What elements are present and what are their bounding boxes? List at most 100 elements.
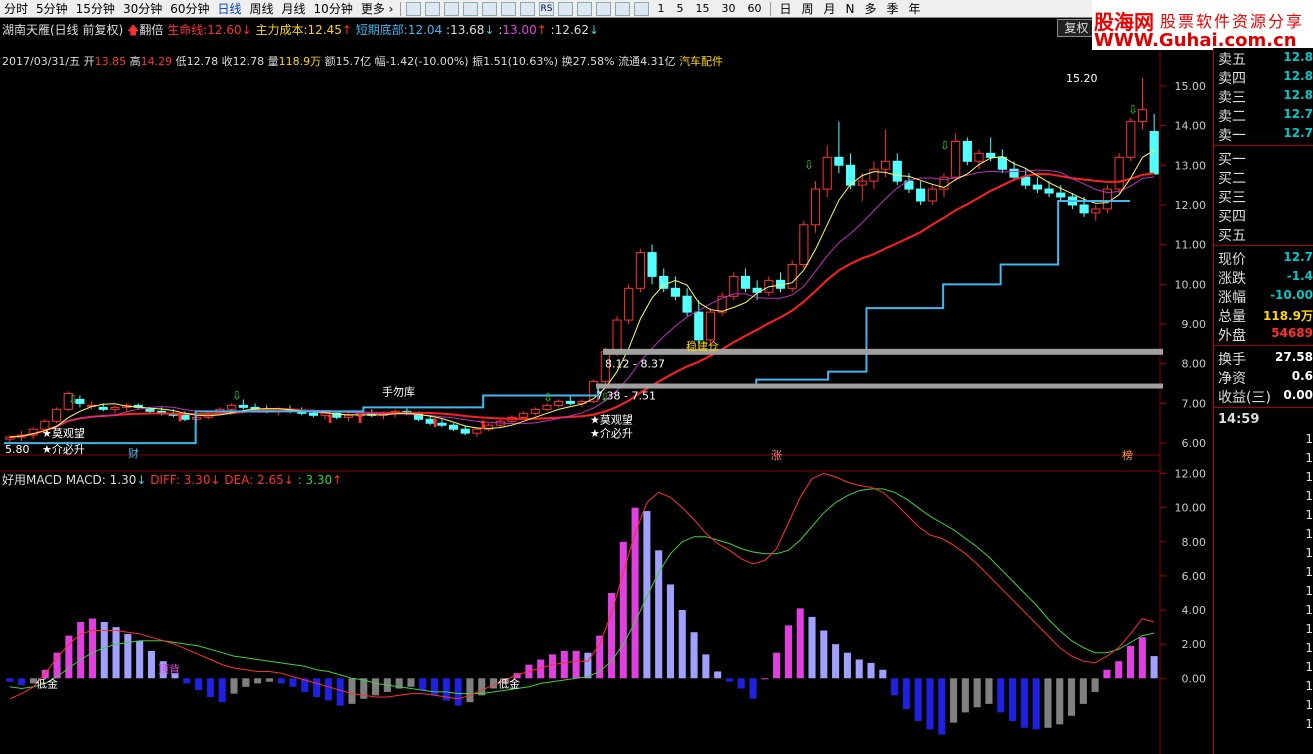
fuquan-button[interactable]: 复权 bbox=[1057, 19, 1096, 37]
period-hz-2[interactable]: 月 bbox=[818, 0, 840, 17]
stock-title: 湖南天雁(日线 前复权) bbox=[2, 23, 124, 37]
period-num-2[interactable]: 15 bbox=[689, 2, 715, 15]
period-tab-8[interactable]: 10分钟 bbox=[310, 0, 357, 17]
stat-label: 涨跌 bbox=[1218, 271, 1246, 287]
candle-body bbox=[1126, 121, 1136, 158]
period-tab-5[interactable]: 日线 bbox=[214, 0, 246, 17]
macd-tick-label: 10.00 bbox=[1175, 502, 1207, 515]
candle-body bbox=[1149, 131, 1159, 175]
period-tab-1[interactable]: 5分钟 bbox=[32, 0, 72, 17]
chart-d-icon[interactable] bbox=[463, 1, 479, 16]
period-num-0[interactable]: 1 bbox=[651, 2, 670, 15]
period-hz-1[interactable]: 周 bbox=[796, 0, 818, 17]
stat2-label: 净资 bbox=[1218, 371, 1246, 387]
period-hz-5[interactable]: 季 bbox=[882, 0, 904, 17]
chart-e-icon[interactable] bbox=[482, 1, 498, 16]
chart-a-icon[interactable] bbox=[406, 1, 422, 16]
dingbei-label: 顶背 bbox=[158, 662, 180, 676]
tick-row: 1 bbox=[1214, 468, 1313, 487]
open-value: 13.85 bbox=[94, 55, 127, 68]
macd-bar bbox=[784, 625, 792, 679]
stat-label: 涨幅 bbox=[1218, 290, 1246, 306]
candle-body bbox=[542, 404, 552, 410]
tick-row: 1 bbox=[1214, 563, 1313, 582]
candle-body bbox=[1137, 109, 1148, 123]
green-down-arrow-icon: ⇩ bbox=[804, 158, 814, 172]
macd-bar bbox=[1044, 678, 1052, 728]
dijin-label-2: 低金 bbox=[498, 676, 520, 690]
macd-bar bbox=[950, 678, 958, 723]
period-num-4[interactable]: 60 bbox=[741, 2, 767, 15]
red-up-arrow-icon: ⬆ bbox=[325, 412, 335, 426]
chart-i-icon[interactable] bbox=[615, 1, 631, 16]
amplitude-value: 1.51(10.63%) bbox=[483, 55, 559, 68]
ma-red-line bbox=[9, 172, 1155, 439]
mustrise-label-1: ★介必升 bbox=[42, 443, 85, 456]
move-icon[interactable] bbox=[577, 1, 593, 16]
rsi-icon[interactable]: RSI bbox=[539, 1, 555, 16]
macd-bar bbox=[206, 678, 214, 698]
macd-bar bbox=[773, 652, 781, 679]
chart-b-icon[interactable] bbox=[425, 1, 441, 16]
macd-bar bbox=[761, 678, 769, 680]
period-tab-6[interactable]: 周线 bbox=[246, 0, 278, 17]
chart-j-icon[interactable] bbox=[634, 1, 650, 16]
macd-axis: 12.00 10.00 8.00 6.00 4.00 2.00 0.00 bbox=[1160, 468, 1207, 685]
period-hz-3[interactable]: N bbox=[841, 2, 860, 16]
period-tab-4[interactable]: 60分钟 bbox=[166, 0, 213, 17]
macd-bar bbox=[737, 678, 745, 689]
macd-bar bbox=[914, 678, 922, 721]
candle-body bbox=[635, 252, 645, 289]
tick-value: 1 bbox=[1305, 660, 1313, 674]
period-hz-6[interactable]: 年 bbox=[904, 0, 926, 17]
chart-c-icon[interactable] bbox=[444, 1, 460, 16]
chart-h-icon[interactable] bbox=[558, 1, 574, 16]
time-row: 14:59 bbox=[1214, 410, 1313, 430]
value3: 13.00 bbox=[502, 23, 537, 37]
candle-body bbox=[916, 188, 926, 202]
macd-bar bbox=[808, 616, 816, 679]
sell-row: 卖一 12.7 bbox=[1214, 124, 1313, 144]
macd-bar bbox=[88, 618, 97, 679]
macd-bar bbox=[336, 678, 344, 706]
sell-value: 12.8 bbox=[1283, 69, 1313, 83]
tick-value: 1 bbox=[1305, 622, 1313, 636]
candle-body bbox=[554, 400, 564, 406]
period-num-3[interactable]: 30 bbox=[715, 2, 741, 15]
macd-tick-label: 12.00 bbox=[1175, 468, 1207, 481]
guhai-logo: 股海网 股票软件资源分享 WWW.Guhai.com.cn bbox=[1092, 0, 1313, 51]
period-tab-3[interactable]: 30分钟 bbox=[119, 0, 166, 17]
candle-body bbox=[98, 406, 108, 410]
tick-row: 1 bbox=[1214, 449, 1313, 468]
period-tab-7[interactable]: 月线 bbox=[278, 0, 310, 17]
macd-bar bbox=[1020, 678, 1028, 728]
candle-body bbox=[799, 224, 809, 265]
period-num-1[interactable]: 5 bbox=[670, 2, 689, 15]
macd-bar bbox=[230, 678, 238, 694]
chart-g-icon[interactable] bbox=[520, 1, 536, 16]
macd-bar bbox=[489, 678, 498, 689]
up-arrow-icon: ↑ bbox=[341, 23, 352, 37]
tick-value: 1 bbox=[1305, 489, 1313, 503]
period-tab-9[interactable]: 更多 › bbox=[357, 0, 398, 17]
quote-panel: 卖五 12.8 卖四 12.8 卖三 12.8 卖二 12.7 卖一 12.7 买一 买二 买三 买四 买五… bbox=[1213, 48, 1313, 754]
tick-value: 1 bbox=[1305, 565, 1313, 579]
tick-row: 1 bbox=[1214, 544, 1313, 563]
zoom-icon[interactable] bbox=[596, 1, 612, 16]
buy-row: 买二 bbox=[1214, 167, 1313, 187]
sector-label: 汽车配件 bbox=[679, 55, 724, 68]
candle-body bbox=[997, 156, 1007, 170]
period-hz-0[interactable]: 日 bbox=[774, 0, 796, 17]
stat-row: 涨跌 -1.4 bbox=[1214, 267, 1313, 287]
period-tab-0[interactable]: 分时 bbox=[0, 0, 32, 17]
period-hz-4[interactable]: 多 bbox=[859, 0, 881, 17]
macd-bar bbox=[643, 511, 651, 679]
chart-f-icon[interactable] bbox=[501, 1, 517, 16]
period-tab-2[interactable]: 15分钟 bbox=[72, 0, 119, 17]
macd-bar bbox=[902, 678, 910, 709]
panel-divider bbox=[1214, 407, 1313, 408]
green-down-arrow-icon: ⇩ bbox=[543, 390, 553, 404]
main-chart-canvas[interactable]: 8.12 - 8.377.38 - 7.5115.205.80手勿库★莫观望★介… bbox=[0, 0, 1313, 754]
macd-bar bbox=[832, 644, 840, 679]
candle-body bbox=[881, 160, 891, 170]
